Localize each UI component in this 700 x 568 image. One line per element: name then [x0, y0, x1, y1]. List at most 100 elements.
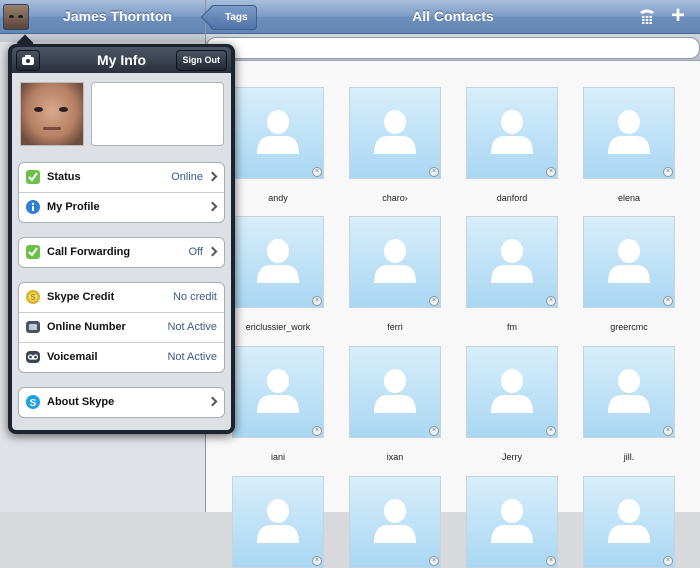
sign-out-button[interactable]: Sign Out [175, 50, 227, 71]
status-icon: × [663, 556, 673, 566]
default-avatar-icon [608, 110, 650, 154]
status-icon: × [546, 426, 556, 436]
contact-name: charo› [382, 193, 408, 203]
contact-picture: × [466, 476, 558, 568]
default-avatar-icon [374, 369, 416, 413]
my-avatar[interactable] [3, 4, 29, 30]
settings-group: S Skype Credit No credit Online Number Not A… [18, 282, 225, 373]
contact-picture: × [232, 216, 324, 308]
settings-group: Status Online My Profile [18, 162, 225, 223]
user-name[interactable]: James Thornton [30, 0, 205, 33]
avatar-eye [18, 15, 23, 18]
default-avatar-icon [608, 499, 650, 543]
dialpad-icon[interactable] [638, 8, 656, 26]
contact-name: greercmc [610, 322, 648, 332]
row-label: Status [47, 171, 81, 183]
row-value: Online [171, 171, 203, 183]
contact-picture: × [466, 216, 558, 308]
row-label: Skype Credit [47, 291, 115, 303]
profile-photo[interactable] [20, 82, 84, 146]
row-label: Voicemail [47, 351, 98, 363]
status-icon: × [429, 296, 439, 306]
credit-icon: S [26, 290, 40, 304]
default-avatar-icon [257, 110, 299, 154]
contact-name: ferri [387, 322, 403, 332]
row-value: Not Active [167, 321, 217, 333]
contact-picture: × [583, 87, 675, 179]
photo-mouth [43, 127, 61, 130]
settings-row-skype-credit[interactable]: S Skype Credit No credit [19, 283, 224, 312]
contact-picture: × [232, 476, 324, 568]
my-info-popover: My Info Sign Out Status Online My Profile C… [8, 34, 235, 434]
popover-header: My Info Sign Out [12, 47, 231, 73]
status-icon: × [663, 296, 673, 306]
status-icon: × [429, 167, 439, 177]
voicemail-icon [26, 351, 40, 363]
contact-picture: × [583, 216, 675, 308]
settings-row-my-profile[interactable]: My Profile [19, 192, 224, 222]
status-icon: × [429, 556, 439, 566]
row-label: Call Forwarding [47, 246, 131, 258]
contact-picture: × [349, 216, 441, 308]
row-value: Not Active [167, 351, 217, 363]
default-avatar-icon [257, 499, 299, 543]
settings-row-voicemail[interactable]: Voicemail Not Active [19, 342, 224, 372]
default-avatar-icon [491, 369, 533, 413]
contact-picture: × [466, 87, 558, 179]
contact-name: jill. [623, 452, 635, 462]
svg-text:S: S [30, 293, 35, 302]
search-bar [206, 34, 700, 61]
sidebar-toolbar: James Thornton [0, 0, 205, 34]
contact-name: danford [496, 193, 528, 203]
plus-icon[interactable]: + [668, 4, 688, 28]
contact-name: Jerry [502, 452, 522, 462]
chevron-right-icon [207, 396, 218, 407]
contact-picture: × [583, 346, 675, 438]
status-icon: × [663, 167, 673, 177]
mood-message-field[interactable] [91, 82, 224, 146]
search-input[interactable] [206, 37, 700, 59]
default-avatar-icon [257, 239, 299, 283]
contact-picture: × [232, 87, 324, 179]
contact-name: fm [507, 322, 517, 332]
settings-group: Call Forwarding Off [18, 237, 225, 268]
popover-body: Status Online My Profile Call Forwarding Off… [12, 73, 231, 430]
tags-button[interactable]: Tags [210, 5, 257, 30]
row-label: About Skype [47, 396, 115, 408]
row-label: My Profile [47, 201, 100, 213]
contact-picture: × [583, 476, 675, 568]
contact-picture: × [466, 346, 558, 438]
settings-row-online-number[interactable]: Online Number Not Active [19, 312, 224, 342]
chevron-right-icon [207, 246, 218, 257]
row-value: Off [188, 246, 203, 258]
default-avatar-icon [608, 369, 650, 413]
default-avatar-icon [608, 239, 650, 283]
skype-icon: S [26, 395, 40, 409]
contacts-grid: × andy × charo› × danford × elena × ericlussier_w… [206, 61, 700, 568]
contact-picture: × [349, 87, 441, 179]
status-icon: × [429, 426, 439, 436]
contact-picture: × [349, 476, 441, 568]
settings-group: S About Skype [18, 387, 225, 418]
row-label: Online Number [47, 321, 126, 333]
status-icon: × [546, 167, 556, 177]
settings-row-status[interactable]: Status Online [19, 163, 224, 192]
info-icon [26, 200, 40, 214]
default-avatar-icon [491, 110, 533, 154]
status-icon: × [312, 167, 322, 177]
page-title: All Contacts [412, 8, 494, 24]
status-icon: × [312, 426, 322, 436]
status-icon: × [546, 296, 556, 306]
contact-name: elena [617, 193, 641, 203]
status-icon: × [312, 556, 322, 566]
settings-row-about-skype[interactable]: S About Skype [19, 388, 224, 417]
status-icon: × [546, 556, 556, 566]
default-avatar-icon [374, 499, 416, 543]
forward-check-icon [26, 245, 40, 259]
settings-row-call-forwarding[interactable]: Call Forwarding Off [19, 238, 224, 267]
default-avatar-icon [374, 110, 416, 154]
row-value: No credit [172, 291, 217, 303]
online-check-icon [26, 170, 40, 184]
contact-name: ixan [386, 452, 404, 462]
contact-picture: × [349, 346, 441, 438]
